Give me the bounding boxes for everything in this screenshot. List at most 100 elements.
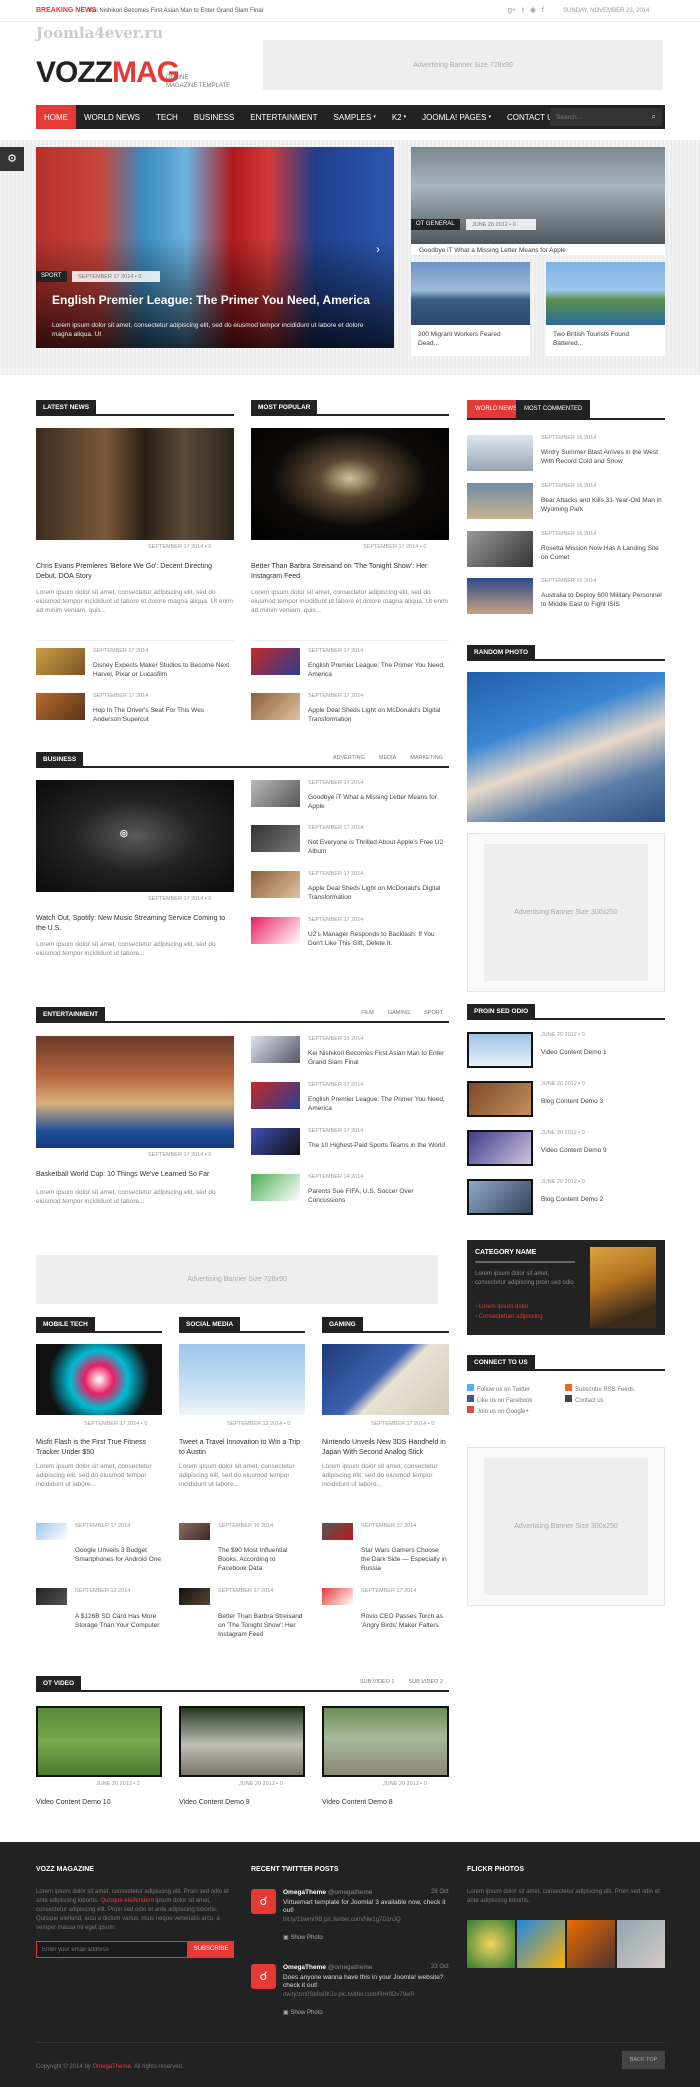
twitter-icon[interactable]: t [522, 7, 524, 14]
nav-item-entertainment[interactable]: ENTERTAINMENT [242, 105, 325, 129]
flickr-photo[interactable] [567, 1920, 615, 1968]
sidebar-news-title[interactable]: Wintry Summer Blast Arrives in the West … [541, 448, 665, 466]
connect-contact[interactable]: Contact us [565, 1395, 634, 1406]
connect-rss[interactable]: Subscribe RSS Feeds [565, 1384, 634, 1395]
chevron-right-icon[interactable]: › [376, 242, 380, 256]
nav-item-business[interactable]: BUSINESS [186, 105, 242, 129]
proin-title[interactable]: Blog Content Demo 3 [541, 1097, 603, 1106]
nav-item-world-news[interactable]: WORLD NEWS [76, 105, 148, 129]
list-title[interactable]: The 10 Highest-Paid Sports Teams in the … [308, 1141, 448, 1150]
subscribe-button[interactable]: SUBSCRIBE [188, 1941, 234, 1958]
hero-small-title-2[interactable]: Two British Tourists Found Battered... [553, 331, 629, 347]
entertainment-feature-image[interactable] [36, 1036, 234, 1148]
video-thumb-1[interactable] [36, 1706, 162, 1777]
proin-thumb[interactable] [467, 1032, 533, 1068]
list-title[interactable]: Star Wars Gamers Choose the Dark Side — … [361, 1546, 447, 1573]
rss-icon[interactable]: ◉ [530, 7, 536, 14]
proin-thumb[interactable] [467, 1081, 533, 1117]
tweet-link[interactable]: ow.ly/zm0Sb0s0KJu pic.twitter.com/RHr0Dv… [283, 1991, 448, 1999]
hero-right-tag[interactable]: OT GENERAL [411, 219, 460, 230]
sidebar-banner-2[interactable]: Advertising Banner Size 300x250 [484, 1458, 648, 1595]
col2-title[interactable]: Tweet a Travel Innovation to Win a Trip … [179, 1438, 305, 1458]
list-thumb[interactable] [251, 648, 300, 675]
list-title[interactable]: English Premier League: The Primer You N… [308, 1095, 448, 1113]
proin-thumb[interactable] [467, 1130, 533, 1166]
business-feature-title[interactable]: Watch Out, Spotify: New Music Streaming … [36, 914, 234, 934]
proin-title[interactable]: Video Content Demo 9 [541, 1146, 607, 1155]
list-thumb[interactable] [36, 693, 85, 720]
tab-gaming[interactable]: GAMING [388, 1010, 410, 1016]
back-to-top-button[interactable]: BACK TOP [622, 2051, 665, 2069]
tweet-author[interactable]: OmegaTheme @omegatheme [283, 1889, 372, 1896]
entertainment-feature-title[interactable]: Basketball World Cup: 10 Things We've Le… [36, 1170, 234, 1180]
sidebar-news-thumb[interactable] [467, 578, 533, 614]
search-input[interactable] [550, 108, 640, 126]
latest-feature-title[interactable]: Chris Evans Premieres 'Before We Go': De… [36, 562, 234, 582]
flickr-photo[interactable] [517, 1920, 565, 1968]
list-title[interactable]: Goodbye iT What a Missing Letter Means f… [308, 793, 448, 811]
nav-item-home[interactable]: HOME [36, 105, 76, 129]
col3-title[interactable]: Nintendo Unveils New 3DS Handheld in Jap… [322, 1438, 449, 1458]
random-photo-image[interactable] [467, 672, 665, 822]
sidebar-news-title[interactable]: Australia to Deploy 600 Military Personn… [541, 591, 665, 609]
list-title[interactable]: Not Everyone is Thrilled About Apple's F… [308, 838, 448, 856]
list-thumb[interactable] [322, 1523, 353, 1540]
logo[interactable]: VOZZMAG [36, 56, 180, 90]
list-thumb[interactable] [251, 693, 300, 720]
list-thumb[interactable] [251, 825, 300, 852]
tweet-author[interactable]: OmegaTheme @omegatheme [283, 1964, 372, 1971]
flickr-photo[interactable] [467, 1920, 515, 1968]
copyright-link[interactable]: OmegaTheme [92, 2064, 130, 2070]
popular-feature-title[interactable]: Better Than Barbra Streisand on 'The Ton… [251, 562, 449, 582]
google-plus-icon[interactable]: g+ [508, 7, 516, 14]
tab-most-commented[interactable]: MOST COMMENTED [516, 400, 591, 418]
mid-banner[interactable]: Advertising Banner Size 728x90 [36, 1255, 438, 1304]
header-banner[interactable]: Advertising Banner Size 728x90 [263, 40, 663, 90]
sidebar-news-thumb[interactable] [467, 483, 533, 519]
list-title[interactable]: The $90 Most Influential Books, Accordin… [218, 1546, 304, 1573]
category-link-2[interactable]: › Consectetuer adipiscing [475, 1314, 543, 1320]
list-title[interactable]: Rovio CEO Passes Torch as 'Angry Birds' … [361, 1612, 447, 1630]
list-thumb[interactable] [179, 1523, 210, 1540]
list-thumb[interactable] [36, 648, 85, 675]
list-thumb[interactable] [322, 1588, 353, 1605]
proin-title[interactable]: Blog Content Demo 2 [541, 1195, 603, 1204]
connect-twitter[interactable]: Follow us on Twitter [467, 1384, 532, 1395]
search-icon[interactable]: ⌕ [652, 112, 656, 122]
col1-title[interactable]: Misfit Flash is the First True Fitness T… [36, 1438, 162, 1458]
flickr-photo[interactable] [617, 1920, 665, 1968]
sidebar-banner-1[interactable]: Advertising Banner Size 300x250 [484, 844, 648, 981]
list-title[interactable]: English Premier League: The Primer You N… [308, 661, 448, 679]
tab-sub-video-2[interactable]: SUB VIDEO 2 [408, 1679, 443, 1685]
mobile-tech-image[interactable] [36, 1344, 162, 1415]
list-thumb[interactable] [251, 871, 300, 898]
nav-item-samples[interactable]: SAMPLES ▾ [326, 105, 384, 129]
list-title[interactable]: A $126B SD Card Has More Storage Than Yo… [75, 1612, 161, 1630]
tab-sport[interactable]: SPORT [424, 1010, 443, 1016]
list-title[interactable]: Better Than Barbra Streisand on 'The Ton… [218, 1612, 304, 1639]
list-title[interactable]: U2's Manager Responds to Backlash: If Yo… [308, 930, 448, 948]
video-title[interactable]: Video Content Demo 8 [322, 1798, 393, 1808]
popular-feature-image[interactable] [251, 428, 449, 540]
breaking-text[interactable]: Kei Nishikori Becomes First Asian Man to… [89, 8, 263, 14]
tab-marketing[interactable]: MARKETING [410, 755, 443, 761]
sidebar-news-thumb[interactable] [467, 531, 533, 567]
list-thumb[interactable] [251, 780, 300, 807]
nav-item-tech[interactable]: TECH [148, 105, 186, 129]
nav-item-joomla-pages[interactable]: JOOMLA! PAGES ▾ [414, 105, 499, 129]
hero-small-title-1[interactable]: 300 Migrant Workers Feared Dead... [418, 331, 501, 347]
category-link-1[interactable]: › Lorem ipsum dolor [475, 1304, 528, 1310]
tab-advertising[interactable]: ADVERTING [333, 755, 365, 761]
hero-title[interactable]: English Premier League: The Primer You N… [52, 293, 382, 307]
proin-title[interactable]: Video Content Demo 1 [541, 1048, 607, 1057]
video-title[interactable]: Video Content Demo 9 [179, 1798, 250, 1808]
list-thumb[interactable] [251, 1174, 300, 1201]
gear-icon[interactable]: ⚙ [0, 147, 24, 171]
sidebar-news-title[interactable]: Rosetta Mission Now Has A Landing Site o… [541, 544, 665, 562]
show-photo-link[interactable]: ▣ Show Photo [283, 1934, 323, 1941]
list-thumb[interactable] [36, 1588, 67, 1605]
tab-film[interactable]: FILM [361, 1010, 374, 1016]
nav-item-k2[interactable]: K2 ▾ [384, 105, 414, 129]
show-photo-link[interactable]: ▣ Show Photo [283, 2009, 323, 2016]
hero-tag[interactable]: SPORT [36, 271, 67, 282]
